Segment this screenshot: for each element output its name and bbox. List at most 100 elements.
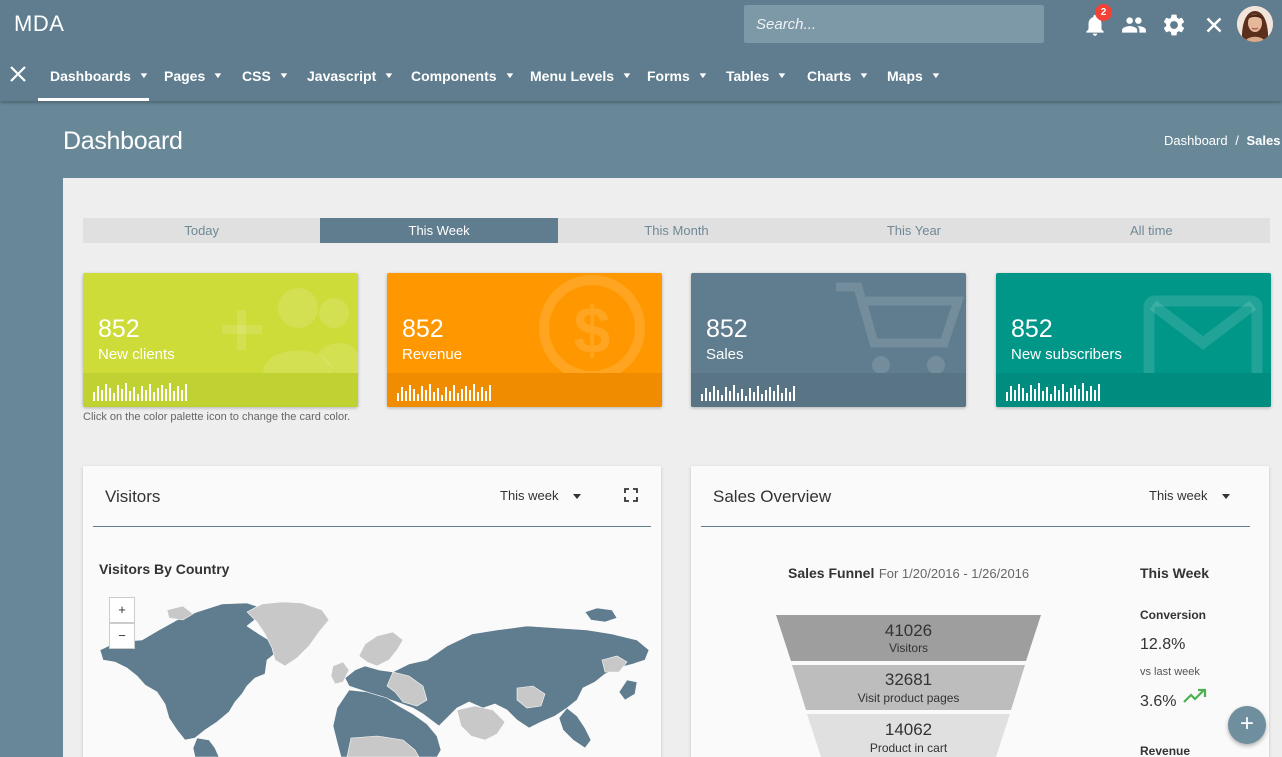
spark-bar	[765, 390, 767, 401]
spark-bar	[113, 393, 115, 401]
spark-bar	[1062, 384, 1064, 401]
dollar-coin-icon: $	[539, 275, 645, 373]
spark-bar	[1066, 392, 1068, 401]
nav-item-tables[interactable]: Tables ▼	[726, 50, 788, 101]
stat-value: 852	[1011, 315, 1053, 343]
spark-bar	[1078, 389, 1080, 401]
funnel-range: For 1/20/2016 - 1/26/2016	[878, 566, 1030, 581]
trending-up-icon	[1183, 688, 1207, 704]
spark-bar	[481, 387, 483, 401]
nav-item-css[interactable]: CSS ▼	[242, 50, 289, 101]
spark-bar	[441, 395, 443, 401]
add-fab-button[interactable]: +	[1228, 706, 1266, 744]
search-input[interactable]	[744, 5, 1044, 43]
nav-item-maps[interactable]: Maps ▼	[887, 50, 942, 101]
svg-text:$: $	[574, 293, 611, 367]
spark-bar	[465, 386, 467, 401]
avatar[interactable]	[1237, 6, 1273, 42]
spark-bar	[413, 389, 415, 401]
nav-item-pages[interactable]: Pages ▼	[164, 50, 224, 101]
nav-active-indicator	[38, 98, 149, 101]
nav-item-components[interactable]: Components ▼	[411, 50, 516, 101]
funnel-label-product-in-cart: Product in cart	[869, 741, 948, 755]
breadcrumb: Dashboard / Sales	[1164, 133, 1280, 148]
chevron-down-icon: ▼	[930, 71, 942, 80]
mail-icon	[1143, 295, 1263, 373]
spark-bar	[741, 389, 743, 401]
funnel-value-visit-product-pages: 32681	[884, 670, 933, 689]
tab-this-month[interactable]: This Month	[558, 218, 795, 243]
stat-card-new-subscribers[interactable]: 852 New subscribers	[996, 273, 1271, 407]
spark-bar	[773, 391, 775, 401]
nav-item-charts[interactable]: Charts ▼	[807, 50, 870, 101]
nav-item-dashboards[interactable]: Dashboards ▼	[50, 50, 149, 101]
search-box[interactable]	[744, 5, 1044, 43]
sparkline	[1006, 381, 1100, 401]
stat-label: New subscribers	[1011, 346, 1122, 363]
spark-bar	[453, 385, 455, 401]
spark-bar	[397, 393, 399, 401]
spark-bar	[1098, 384, 1100, 401]
breadcrumb-item-dashboard[interactable]: Dashboard	[1164, 133, 1228, 148]
spark-bar	[721, 395, 723, 401]
tab-this-year[interactable]: This Year	[795, 218, 1032, 243]
shopping-cart-icon	[836, 282, 965, 373]
spark-bar	[1038, 383, 1040, 401]
spark-bar	[477, 392, 479, 401]
spark-bar	[101, 390, 103, 401]
map-zoom-out-button[interactable]: −	[109, 623, 135, 649]
nav-item-javascript[interactable]: Javascript ▼	[307, 50, 395, 101]
tab-today[interactable]: Today	[83, 218, 320, 243]
nav-close-icon[interactable]	[8, 64, 28, 84]
spark-bar	[181, 390, 183, 401]
close-icon[interactable]	[1201, 12, 1227, 38]
world-map[interactable]	[97, 590, 657, 757]
spark-bar	[1026, 393, 1028, 401]
spark-bar	[785, 388, 787, 401]
map-zoom-in-button[interactable]: +	[109, 597, 135, 623]
tab-all-time[interactable]: All time	[1033, 218, 1270, 243]
stat-label: Sales	[706, 346, 744, 363]
spark-bar	[169, 383, 171, 401]
spark-bar	[153, 392, 155, 401]
stat-card-sales[interactable]: 852 Sales	[691, 273, 966, 407]
spark-bar	[401, 387, 403, 401]
period-tabs: Today This Week This Month This Year All…	[83, 218, 1270, 243]
people-icon[interactable]	[1121, 12, 1147, 38]
spark-bar	[177, 386, 179, 401]
spark-bar	[1058, 390, 1060, 401]
spark-bar	[769, 387, 771, 401]
chevron-down-icon: ▼	[503, 71, 516, 80]
spark-bar	[793, 386, 795, 401]
funnel-value-visitors: 41026	[884, 621, 933, 640]
sales-range-select[interactable]: This week	[1149, 488, 1230, 503]
nav-item-menu-levels[interactable]: Menu Levels ▼	[530, 50, 633, 101]
nav-item-forms[interactable]: Forms ▼	[647, 50, 708, 101]
caret-down-icon	[572, 494, 581, 500]
vs-last-week-value: 3.6%	[1140, 693, 1177, 710]
spark-bar	[1090, 386, 1092, 401]
stat-card-revenue[interactable]: $ 852 Revenue	[387, 273, 662, 407]
stat-card-new-clients[interactable]: 852 New clients	[83, 273, 358, 407]
tab-this-week[interactable]: This Week	[320, 218, 558, 243]
spark-bar	[173, 391, 175, 401]
spark-bar	[409, 385, 411, 401]
spark-bar	[117, 385, 119, 401]
spark-bar	[97, 386, 99, 401]
spark-bar	[133, 387, 135, 401]
spark-bar	[469, 390, 471, 401]
spark-bar	[129, 391, 131, 401]
sales-range-label: This week	[1149, 488, 1208, 503]
gear-icon[interactable]	[1161, 12, 1187, 38]
sparkline	[701, 381, 795, 401]
spark-bar	[1046, 387, 1048, 401]
spark-bar	[1094, 390, 1096, 401]
visitors-range-select[interactable]: This week	[500, 488, 581, 503]
fullscreen-icon[interactable]	[624, 488, 638, 502]
spark-bar	[1034, 389, 1036, 401]
spark-bar	[713, 386, 715, 401]
app-brand[interactable]: MDA	[14, 11, 64, 37]
sparkline	[397, 381, 491, 401]
spark-bar	[1070, 388, 1072, 401]
spark-bar	[789, 392, 791, 401]
